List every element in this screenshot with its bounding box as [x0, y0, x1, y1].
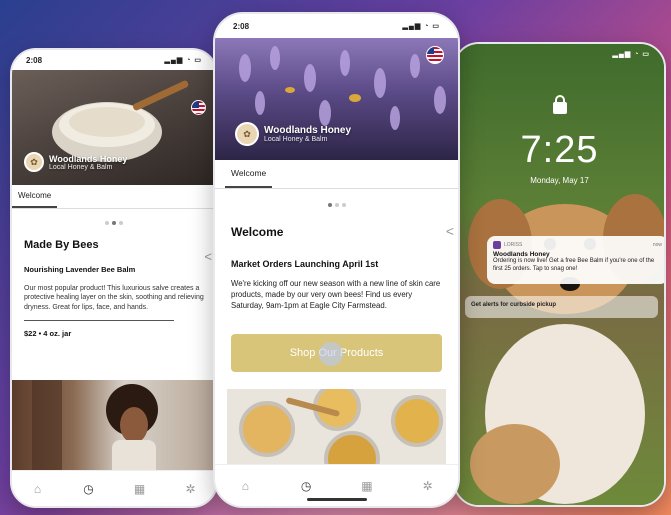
- brand-name: Woodlands Honey: [264, 125, 352, 136]
- gear-icon[interactable]: ✲: [420, 478, 436, 494]
- notification-app: LORISS: [504, 242, 523, 248]
- product-description: Our most popular product! This luxurious…: [24, 285, 204, 311]
- brand-logo: ✿: [235, 122, 259, 146]
- tab-bar-top: Welcome: [12, 185, 216, 209]
- tab-welcome[interactable]: Welcome: [12, 185, 58, 208]
- qr-icon[interactable]: ▦: [132, 481, 148, 497]
- carousel-dot[interactable]: [112, 221, 116, 225]
- brand-block: ✿ Woodlands Honey Local Honey & Balm: [24, 152, 127, 172]
- brand-logo: ✿: [24, 152, 44, 172]
- carousel-dots[interactable]: [12, 221, 216, 225]
- honey-jars-image: [227, 389, 446, 469]
- brand-tagline: Local Honey & Balm: [264, 136, 328, 143]
- status-bar: 2:08 ▂▄▆ ◔ ▭: [215, 14, 458, 38]
- phone-right: ▂▄▆ ◔ ▭ 7:25 Monday, May 17 LORISS now W…: [453, 42, 666, 507]
- notification-time: now: [652, 242, 662, 248]
- status-time: 2:08: [26, 55, 43, 65]
- post-title: Market Orders Launching April 1st: [231, 259, 379, 269]
- gear-icon[interactable]: ✲: [183, 481, 199, 497]
- carousel-dot[interactable]: [341, 203, 346, 207]
- section-title: Welcome: [231, 225, 284, 239]
- product-divider: [24, 320, 174, 322]
- carousel-dot[interactable]: [119, 221, 123, 225]
- phone-center: 2:08 ▂▄▆ ◔ ▭ ✿ Woodlands Honey Local Hon…: [213, 12, 460, 508]
- post-body: We're kicking off our new season with a …: [231, 279, 441, 310]
- carousel-dot[interactable]: [105, 221, 109, 225]
- section-title: Made By Bees: [24, 239, 99, 251]
- carousel-dot[interactable]: [327, 203, 332, 207]
- status-bar: 2:08 ▂▄▆ ◔ ▭: [12, 50, 216, 70]
- notification-card[interactable]: LORISS now Woodlands Honey Ordering is n…: [487, 236, 664, 284]
- tab-welcome[interactable]: Welcome: [225, 160, 273, 188]
- portrait-image: [12, 380, 216, 475]
- qr-icon[interactable]: ▦: [359, 478, 375, 494]
- clock-icon[interactable]: ◷: [81, 481, 97, 497]
- notification-card-secondary[interactable]: Get alerts for curbside pickup: [465, 296, 658, 318]
- hero-image: ✿ Woodlands Honey Local Honey & Balm: [215, 38, 458, 160]
- app-icon: [493, 241, 501, 249]
- tap-indicator: [319, 341, 343, 366]
- bottom-tab-bar: ⌂ ◷ ▦ ✲: [12, 470, 216, 506]
- carousel-dots[interactable]: [215, 203, 458, 207]
- product-name: Nourishing Lavender Bee Balm: [24, 265, 136, 274]
- hero-image: ✿ Woodlands Honey Local Honey & Balm: [12, 70, 216, 185]
- lockscreen-time: 7:25: [520, 129, 599, 171]
- shop-products-button[interactable]: Shop Our Products: [231, 333, 442, 372]
- notification-body: Ordering is now live! Get a free Bee Bal…: [493, 258, 655, 272]
- share-icon[interactable]: <: [446, 223, 454, 239]
- lockscreen-date: Monday, May 17: [530, 176, 589, 185]
- status-bar: ▂▄▆ ◔ ▭: [455, 44, 664, 64]
- us-flag-icon: [191, 100, 206, 115]
- signal-wifi-battery-icon: ▂▄▆ ◔ ▭: [612, 51, 650, 58]
- signal-wifi-battery-icon: ▂▄▆ ◔ ▭: [402, 23, 440, 30]
- brand-block: ✿ Woodlands Honey Local Honey & Balm: [235, 122, 351, 146]
- lock-icon: [553, 95, 567, 114]
- notification-secondary-text: Get alerts for curbside pickup: [471, 302, 557, 308]
- home-icon[interactable]: ⌂: [237, 478, 253, 494]
- product-price: $22 • 4 oz. jar: [24, 329, 72, 339]
- brand-tagline: Local Honey & Balm: [49, 163, 113, 171]
- tab-bar-top: Welcome: [215, 160, 458, 189]
- brand-name: Woodlands Honey: [49, 153, 128, 164]
- home-indicator: [306, 498, 367, 501]
- carousel-dot[interactable]: [334, 203, 339, 207]
- phone-left: 2:08 ▂▄▆ ◔ ▭ ✿ Woodlands Honey Local Hon…: [10, 48, 218, 508]
- signal-wifi-battery-icon: ▂▄▆ ◔ ▭: [164, 57, 202, 64]
- status-time: 2:08: [233, 21, 250, 31]
- notification-title: Woodlands Honey: [493, 251, 550, 258]
- share-icon[interactable]: <: [204, 249, 212, 264]
- home-icon[interactable]: ⌂: [30, 481, 46, 497]
- clock-icon[interactable]: ◷: [298, 478, 314, 494]
- us-flag-icon: [426, 46, 444, 64]
